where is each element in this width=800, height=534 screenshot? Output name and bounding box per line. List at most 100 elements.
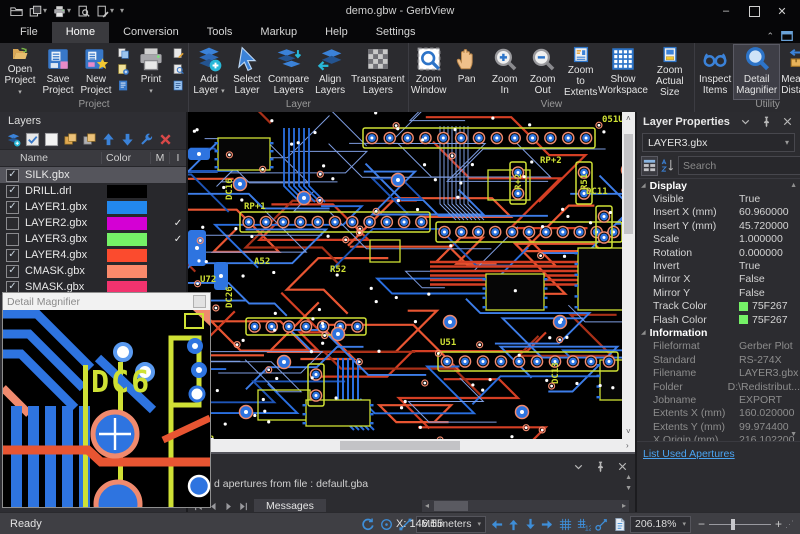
layer-row-cmask-gbx[interactable]: ✓CMASK.gbx [0, 263, 186, 279]
grid-scroll-up-icon[interactable]: ▲ [790, 182, 797, 189]
collapse-ribbon-icon[interactable]: ⌃ [766, 31, 774, 42]
search-input[interactable] [679, 160, 800, 172]
categorized-view-button[interactable] [642, 157, 657, 175]
qat-save-all-button[interactable]: ▾ [29, 5, 47, 18]
pan-left-button[interactable] [489, 517, 504, 532]
ribbon-button-select-layer[interactable]: Select Layer [228, 45, 266, 99]
qat-overflow-button[interactable]: ▾ [120, 7, 124, 15]
ribbon-button-pan[interactable]: Pan [448, 45, 486, 99]
pan-down-button[interactable] [523, 517, 538, 532]
paste-layer-button[interactable] [82, 132, 97, 147]
property-row-visible[interactable]: VisibleTrue [637, 192, 800, 205]
property-row-x-origin-mm[interactable]: X Origin (mm)216.102200 [637, 433, 800, 441]
scroll-up-icon[interactable]: ˄ [626, 115, 631, 123]
scroll-down-icon[interactable]: ˅ [626, 428, 631, 436]
property-row-scale[interactable]: Scale1.000000 [637, 233, 800, 246]
scrollbar-thumb[interactable] [340, 441, 460, 450]
page-setup-small-button[interactable] [172, 47, 185, 60]
nav-next-button[interactable] [222, 500, 235, 513]
ribbon-button-save-project[interactable]: Save Project [39, 45, 77, 99]
pan-up-button[interactable] [506, 517, 521, 532]
ribbon-button-detail-magnifier[interactable]: Detail Magnifier [734, 45, 779, 99]
layer-color-swatch[interactable] [107, 201, 147, 214]
grid-scroll-down-icon[interactable]: ▼ [790, 431, 797, 438]
ribbon-button-zoom-to-extents[interactable]: Zoom to Extents [562, 45, 600, 99]
property-group-display[interactable]: ◢Display [637, 179, 800, 192]
doc-add-button[interactable] [117, 63, 130, 76]
tab-file[interactable]: File [6, 22, 52, 43]
chevron-down-icon[interactable] [739, 115, 752, 128]
column-i[interactable]: I [170, 152, 186, 164]
canvas-vertical-scrollbar[interactable]: ˄ ˅ [622, 112, 635, 439]
pcb-canvas[interactable]: RP+1RP+2U72DC16DC26A52R52DC11R+2R51U51DC… [188, 112, 635, 452]
undo-button[interactable] [360, 517, 375, 532]
ribbon-button-measure-distance[interactable]: Measure Distance [779, 45, 800, 99]
layer-color-swatch[interactable] [107, 217, 147, 230]
close-icon[interactable]: ✕ [768, 2, 796, 20]
message-scroll-arrows[interactable]: ▲▼ [625, 474, 632, 492]
move-down-button[interactable] [120, 132, 135, 147]
property-row-fileformat[interactable]: FileformatGerber Plot [637, 340, 800, 353]
scroll-right-icon[interactable]: › [626, 442, 629, 450]
property-row-mirror-x[interactable]: Mirror XFalse [637, 273, 800, 286]
link-button[interactable] [594, 517, 609, 532]
zoom-level-dropdown[interactable]: 206.18% ▾ [630, 516, 691, 533]
ribbon-button-inspect-items[interactable]: Inspect Items [696, 45, 734, 99]
chevron-down-icon[interactable] [572, 460, 585, 473]
layer-color-swatch[interactable] [107, 185, 147, 198]
scroll-left-icon[interactable]: ◂ [425, 502, 429, 510]
copy-layer-button[interactable] [63, 132, 78, 147]
delete-layer-button[interactable] [158, 132, 173, 147]
layer-visibility-checkbox[interactable] [6, 233, 19, 246]
layer-visibility-checkbox[interactable]: ✓ [6, 265, 19, 278]
tab-settings[interactable]: Settings [362, 22, 430, 43]
ribbon-button-zoom-window[interactable]: Zoom Window [410, 45, 448, 99]
zoom-in-icon[interactable]: + [775, 518, 782, 530]
layer-select-dropdown[interactable]: LAYER3.gbx ▾ [642, 133, 795, 152]
layer-row-silk-gbx[interactable]: ✓SILK.gbx [0, 167, 186, 183]
sort-alphabetical-button[interactable] [660, 157, 675, 175]
tab-markup[interactable]: Markup [246, 22, 311, 43]
pan-right-button[interactable] [540, 517, 555, 532]
move-up-button[interactable] [101, 132, 116, 147]
ribbon-button-add-layer[interactable]: Add Layer ▾ [190, 45, 228, 99]
uncheck-all-button[interactable] [44, 132, 59, 147]
ribbon-button-zoom-in[interactable]: Zoom In [486, 45, 524, 99]
property-row-folder[interactable]: FolderD:\Redistribut... [637, 380, 800, 393]
property-row-insert-x-mm[interactable]: Insert X (mm)60.960000 [637, 206, 800, 219]
layer-settings-button[interactable] [139, 132, 154, 147]
note-small-button[interactable] [172, 79, 185, 92]
layer-color-swatch[interactable] [107, 249, 147, 262]
tab-help[interactable]: Help [311, 22, 362, 43]
property-row-flash-color[interactable]: Flash Color75F267 [637, 313, 800, 326]
canvas-horizontal-scrollbar[interactable] [188, 439, 622, 452]
layer-visibility-checkbox[interactable]: ✓ [6, 249, 19, 262]
resize-grip[interactable]: ⋰ [785, 519, 794, 530]
close-icon[interactable] [616, 460, 629, 473]
column-color[interactable]: Color [102, 152, 151, 164]
page-button[interactable] [612, 517, 627, 532]
layer-row-layer1-gbx[interactable]: ✓LAYER1.gbx [0, 199, 186, 215]
ribbon-button-zoom-out[interactable]: Zoom Out [524, 45, 562, 99]
detail-magnifier-window[interactable]: Detail Magnifier DC6 [2, 292, 211, 508]
property-row-extents-y-mm[interactable]: Extents Y (mm)99.974400 [637, 420, 800, 433]
nav-last-button[interactable] [237, 500, 250, 513]
list-used-apertures-link[interactable]: List Used Apertures [643, 448, 735, 460]
messages-horizontal-scrollbar[interactable]: ◂ ▸ [422, 500, 629, 512]
close-icon[interactable] [193, 295, 206, 308]
ribbon-button-compare-layers[interactable]: Compare Layers [266, 45, 311, 99]
doc-note-button[interactable] [117, 79, 130, 92]
zoom-out-icon[interactable]: − [698, 518, 705, 530]
ribbon-button-zoom-actual-size[interactable]: Zoom Actual Size [646, 45, 693, 99]
pin-icon[interactable] [594, 460, 607, 473]
maximize-icon[interactable] [740, 2, 768, 20]
close-icon[interactable] [781, 115, 794, 128]
layer-row-layer4-gbx[interactable]: ✓LAYER4.gbx [0, 247, 186, 263]
ribbon-button-align-layers[interactable]: Align Layers [311, 45, 349, 99]
tab-conversion[interactable]: Conversion [109, 22, 193, 43]
column-name[interactable]: Name [0, 152, 102, 164]
qat-print-button[interactable]: ▾ [53, 5, 71, 18]
layer-visibility-checkbox[interactable]: ✓ [6, 201, 19, 214]
orbit-button[interactable] [379, 517, 394, 532]
property-row-insert-y-mm[interactable]: Insert Y (mm)45.720000 [637, 219, 800, 232]
